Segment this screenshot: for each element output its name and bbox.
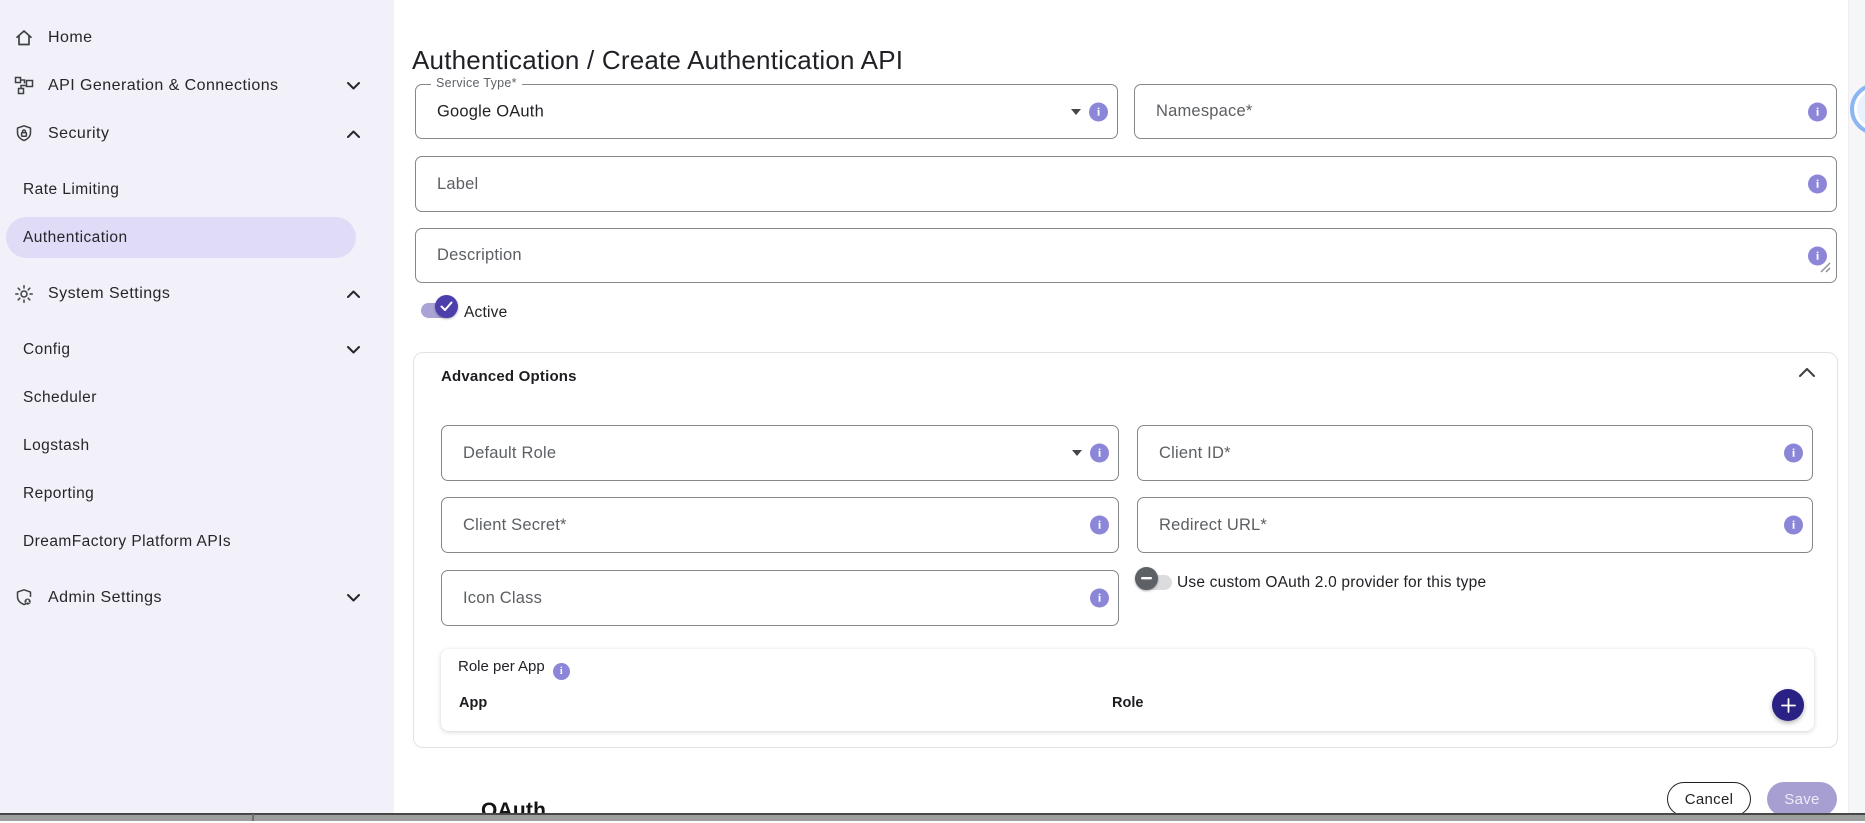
icon-class-field: i bbox=[441, 570, 1119, 626]
active-toggle-thumb bbox=[435, 295, 458, 318]
sidebar-item-authentication[interactable]: Authentication bbox=[0, 217, 394, 258]
client-secret-field: i bbox=[441, 497, 1119, 553]
namespace-input[interactable] bbox=[1135, 85, 1836, 138]
service-type-label: Service Type* bbox=[431, 76, 522, 90]
sidebar-item-home[interactable]: Home bbox=[0, 17, 394, 58]
bottom-bar-divider bbox=[252, 814, 254, 821]
client-id-input[interactable] bbox=[1138, 426, 1812, 480]
description-input[interactable] bbox=[416, 229, 1836, 282]
sidebar: Home API Generation & Connections Securi… bbox=[0, 0, 394, 813]
sidebar-item-api-generation[interactable]: API Generation & Connections bbox=[0, 65, 394, 106]
icon-class-input[interactable] bbox=[442, 571, 1118, 625]
chevron-down-icon bbox=[347, 82, 360, 90]
admin-shield-icon bbox=[13, 587, 35, 609]
shield-lock-icon bbox=[13, 123, 35, 145]
default-role-input[interactable] bbox=[442, 426, 1118, 480]
custom-oauth-toggle-thumb bbox=[1135, 567, 1158, 590]
sidebar-item-rate-limiting[interactable]: Rate Limiting bbox=[0, 169, 394, 210]
role-per-app-title: Role per Appi bbox=[458, 658, 570, 680]
column-header-app: App bbox=[459, 695, 487, 711]
sidebar-item-system-settings[interactable]: System Settings bbox=[0, 273, 394, 314]
label-field: i bbox=[415, 156, 1837, 212]
sidebar-item-dreamfactory-platform-apis[interactable]: DreamFactory Platform APIs bbox=[0, 521, 394, 562]
advanced-options-title: Advanced Options bbox=[441, 368, 577, 385]
client-id-field: i bbox=[1137, 425, 1813, 481]
sidebar-item-security[interactable]: Security bbox=[0, 113, 394, 154]
sidebar-item-logstash[interactable]: Logstash bbox=[0, 425, 394, 466]
active-toggle[interactable] bbox=[421, 299, 461, 322]
save-button[interactable]: Save bbox=[1767, 782, 1837, 816]
sidebar-item-reporting[interactable]: Reporting bbox=[0, 473, 394, 514]
cancel-button[interactable]: Cancel bbox=[1667, 782, 1751, 816]
service-type-value: Google OAuth bbox=[437, 102, 544, 121]
sidebar-item-config[interactable]: Config bbox=[0, 329, 394, 370]
gear-icon bbox=[13, 283, 35, 305]
bottom-window-edge bbox=[0, 813, 1865, 821]
default-role-info-icon[interactable]: i bbox=[1090, 444, 1109, 463]
redirect-url-input[interactable] bbox=[1138, 498, 1812, 552]
description-field: i bbox=[415, 228, 1837, 283]
redirect-url-info-icon[interactable]: i bbox=[1784, 516, 1803, 535]
advanced-options-card: Advanced Options i i i i i Use custom OA… bbox=[413, 352, 1838, 748]
label-input[interactable] bbox=[416, 157, 1836, 211]
add-role-per-app-button[interactable] bbox=[1772, 689, 1804, 721]
role-per-app-panel: Role per Appi App Role bbox=[441, 649, 1814, 731]
home-icon bbox=[13, 27, 35, 49]
client-secret-info-icon[interactable]: i bbox=[1090, 516, 1109, 535]
service-type-info-icon[interactable]: i bbox=[1089, 102, 1108, 121]
dropdown-caret-icon[interactable] bbox=[1072, 450, 1082, 456]
active-toggle-label: Active bbox=[464, 304, 507, 322]
client-id-info-icon[interactable]: i bbox=[1784, 444, 1803, 463]
plus-icon bbox=[1781, 698, 1796, 713]
collapse-chevron-up-icon[interactable] bbox=[1799, 368, 1815, 377]
column-header-role: Role bbox=[1112, 695, 1143, 711]
chevron-down-icon bbox=[347, 594, 360, 602]
namespace-info-icon[interactable]: i bbox=[1808, 102, 1827, 121]
api-nodes-icon bbox=[13, 75, 35, 97]
client-secret-input[interactable] bbox=[442, 498, 1118, 552]
custom-oauth-toggle[interactable] bbox=[1137, 571, 1177, 594]
check-icon bbox=[440, 301, 453, 312]
role-per-app-info-icon[interactable]: i bbox=[553, 663, 570, 680]
resize-handle-icon[interactable] bbox=[1820, 260, 1831, 278]
custom-oauth-toggle-label: Use custom OAuth 2.0 provider for this t… bbox=[1177, 574, 1486, 592]
namespace-field: i bbox=[1134, 84, 1837, 139]
chevron-up-icon bbox=[347, 130, 360, 138]
service-type-select[interactable]: Service Type* Google OAuth i bbox=[415, 84, 1118, 139]
sidebar-item-admin-settings[interactable]: Admin Settings bbox=[0, 577, 394, 618]
redirect-url-field: i bbox=[1137, 497, 1813, 553]
label-info-icon[interactable]: i bbox=[1808, 175, 1827, 194]
dropdown-caret-icon[interactable] bbox=[1071, 109, 1081, 115]
sidebar-item-scheduler[interactable]: Scheduler bbox=[0, 377, 394, 418]
default-role-select[interactable]: i bbox=[441, 425, 1119, 481]
icon-class-info-icon[interactable]: i bbox=[1090, 589, 1109, 608]
chevron-down-icon bbox=[347, 346, 360, 354]
chevron-up-icon bbox=[347, 290, 360, 298]
page-title: Authentication / Create Authentication A… bbox=[412, 45, 903, 76]
minus-icon bbox=[1141, 577, 1152, 580]
